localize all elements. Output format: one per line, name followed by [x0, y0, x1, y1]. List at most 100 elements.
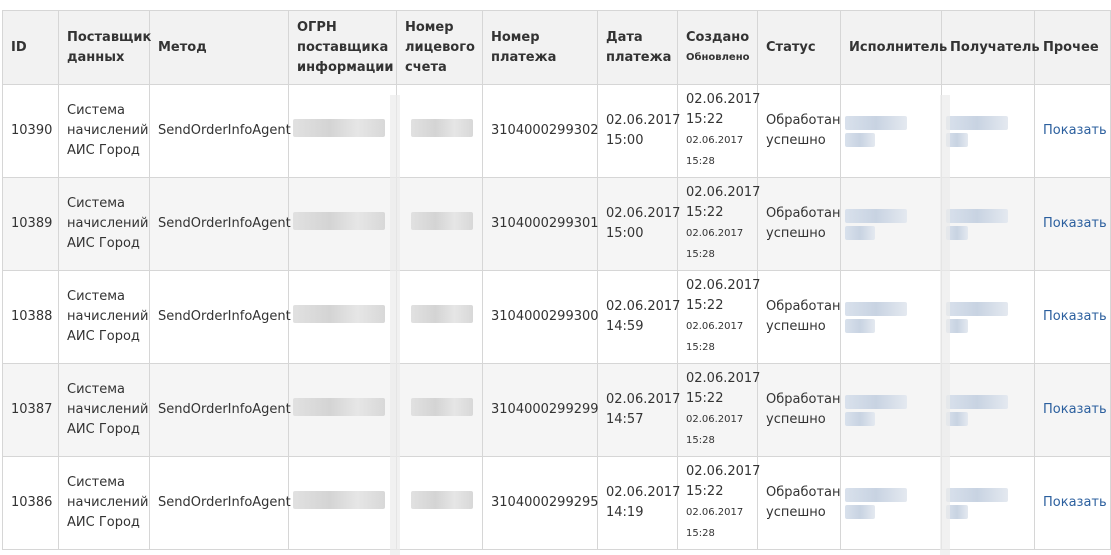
cell-payment-date: 02.06.2017 14:59: [597, 270, 680, 364]
cell-account-redacted: [396, 363, 483, 457]
redacted-block: [293, 118, 385, 137]
cell-recipient-redacted: [941, 84, 1035, 178]
col-header-executor[interactable]: Исполнитель: [840, 10, 947, 85]
cell-provider: Система начислений АИС Город: [58, 177, 150, 271]
col-header-method[interactable]: Метод: [149, 10, 289, 85]
cell-account-redacted: [396, 84, 483, 178]
redacted-block: [845, 115, 907, 130]
redacted-block: [411, 211, 473, 230]
cell-other: Показать: [1034, 456, 1111, 550]
redacted-block: [293, 304, 385, 323]
cell-payment-date: 02.06.2017 15:00: [597, 84, 680, 178]
show-link[interactable]: Показать: [1043, 309, 1107, 324]
col-header-provider[interactable]: Поставщик данных: [58, 10, 151, 85]
cell-updated-value: 02.06.2017 15:28: [686, 507, 744, 539]
cell-status: Обработан успешно: [757, 84, 841, 178]
col-header-account[interactable]: Номер лицевого счета: [396, 10, 483, 85]
col-header-recipient[interactable]: Получатель: [941, 10, 1040, 85]
cell-provider: Система начислений АИС Город: [58, 456, 150, 550]
cell-payment-date: 02.06.2017 14:57: [597, 363, 680, 457]
cell-executor-redacted: [840, 456, 942, 550]
redaction-stripe: [940, 95, 950, 555]
cell-executor-redacted: [840, 270, 942, 364]
cell-id: 10389: [2, 177, 59, 271]
cell-payment-date: 02.06.2017 14:19: [597, 456, 680, 550]
cell-recipient-redacted: [941, 456, 1035, 550]
cell-other: Показать: [1034, 270, 1111, 364]
cell-provider: Система начислений АИС Город: [58, 270, 150, 364]
cell-other: Показать: [1034, 363, 1111, 457]
col-header-other: Прочее: [1034, 10, 1111, 85]
cell-created-value: 02.06.2017 15:22: [686, 464, 761, 499]
cell-provider: Система начислений АИС Город: [58, 84, 150, 178]
cell-payment-no: 3104000299301: [482, 177, 599, 271]
cell-id: 10388: [2, 270, 59, 364]
cell-created-value: 02.06.2017 15:22: [686, 92, 761, 127]
cell-recipient-redacted: [941, 177, 1035, 271]
cell-created-value: 02.06.2017 15:22: [686, 278, 761, 313]
show-link[interactable]: Показать: [1043, 495, 1107, 510]
col-header-ogrn[interactable]: ОГРН поставщика информации: [288, 10, 397, 85]
redacted-block: [946, 115, 1008, 130]
redacted-block: [411, 118, 473, 137]
redacted-block: [293, 490, 385, 509]
cell-account-redacted: [396, 177, 483, 271]
show-link[interactable]: Показать: [1043, 402, 1107, 417]
redacted-block: [946, 487, 1008, 502]
cell-executor-redacted: [840, 84, 942, 178]
col-header-updated-label: Обновлено: [686, 51, 750, 63]
cell-ogrn-redacted: [288, 84, 397, 178]
cell-updated-value: 02.06.2017 15:28: [686, 135, 744, 167]
table-header-row: ID Поставщик данных Метод ОГРН поставщик…: [2, 10, 1111, 85]
cell-other: Показать: [1034, 84, 1111, 178]
cell-id: 10390: [2, 84, 59, 178]
cell-status: Обработан успешно: [757, 270, 841, 364]
cell-ogrn-redacted: [288, 270, 397, 364]
col-header-created[interactable]: Создано Обновлено: [677, 10, 758, 85]
redaction-stripe: [390, 95, 400, 555]
cell-executor-redacted: [840, 177, 942, 271]
redacted-block: [293, 211, 385, 230]
redacted-block: [845, 225, 875, 240]
cell-id: 10386: [2, 456, 59, 550]
cell-method: SendOrderInfoAgent: [149, 270, 291, 364]
col-header-status[interactable]: Статус: [757, 10, 841, 85]
cell-provider: Система начислений АИС Город: [58, 363, 150, 457]
col-header-id[interactable]: ID: [2, 10, 59, 85]
cell-recipient-redacted: [941, 363, 1035, 457]
cell-created: 02.06.2017 15:22 02.06.2017 15:28: [677, 270, 761, 364]
cell-id: 10387: [2, 363, 59, 457]
col-header-payment-no[interactable]: Номер платежа: [482, 10, 598, 85]
cell-created: 02.06.2017 15:22 02.06.2017 15:28: [677, 84, 761, 178]
cell-ogrn-redacted: [288, 456, 397, 550]
cell-created-value: 02.06.2017 15:22: [686, 371, 761, 406]
cell-status: Обработан успешно: [757, 456, 841, 550]
cell-payment-no: 3104000299302: [482, 84, 599, 178]
redacted-block: [845, 394, 907, 409]
redacted-block: [845, 132, 875, 147]
cell-payment-date: 02.06.2017 15:00: [597, 177, 680, 271]
cell-ogrn-redacted: [288, 177, 397, 271]
redacted-block: [845, 504, 875, 519]
cell-method: SendOrderInfoAgent: [149, 84, 291, 178]
cell-method: SendOrderInfoAgent: [149, 177, 291, 271]
cell-created: 02.06.2017 15:22 02.06.2017 15:28: [677, 456, 761, 550]
redacted-block: [411, 304, 473, 323]
cell-updated-value: 02.06.2017 15:28: [686, 321, 744, 353]
redacted-block: [411, 397, 473, 416]
show-link[interactable]: Показать: [1043, 216, 1107, 231]
show-link[interactable]: Показать: [1043, 123, 1107, 138]
cell-payment-no: 3104000299295: [482, 456, 599, 550]
cell-updated-value: 02.06.2017 15:28: [686, 228, 744, 260]
redacted-block: [411, 490, 473, 509]
redacted-block: [845, 487, 907, 502]
cell-account-redacted: [396, 270, 483, 364]
redacted-block: [845, 411, 875, 426]
cell-created: 02.06.2017 15:22 02.06.2017 15:28: [677, 363, 761, 457]
redacted-block: [946, 208, 1008, 223]
cell-updated-value: 02.06.2017 15:28: [686, 414, 744, 446]
redacted-block: [293, 397, 385, 416]
cell-method: SendOrderInfoAgent: [149, 456, 291, 550]
col-header-payment-date[interactable]: Дата платежа: [597, 10, 678, 85]
cell-ogrn-redacted: [288, 363, 397, 457]
